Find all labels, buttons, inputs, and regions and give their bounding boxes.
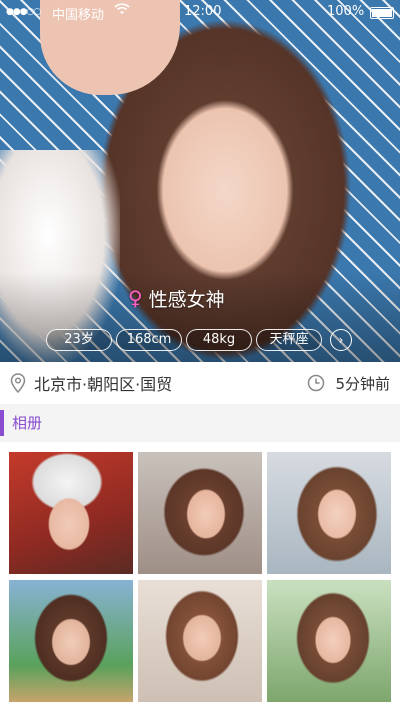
tags-more-arrow-icon[interactable]: › [330, 329, 352, 351]
album-title: 相册 [12, 414, 43, 432]
nickname-row: ♀ 性感女神 [128, 284, 225, 312]
album-photo-1[interactable] [9, 452, 133, 574]
info-bar: 北京市·朝阳区·国贸 5分钟前 [0, 362, 400, 405]
tag-height: 168cm [116, 329, 182, 351]
album-photo-5[interactable] [138, 580, 262, 702]
signal-icon: ●●●○○ [6, 7, 41, 17]
album-photo-2[interactable] [138, 452, 262, 574]
location-text: 北京市·朝阳区·国贸 [34, 375, 173, 394]
album-photo-6[interactable] [267, 580, 391, 702]
location: 北京市·朝阳区·国贸 [10, 362, 172, 404]
album-grid [0, 442, 400, 710]
last-active-text: 5分钟前 [335, 374, 390, 393]
album-photo-3[interactable] [267, 452, 391, 574]
album-header: 相册 [0, 404, 400, 443]
battery-icon [370, 7, 394, 19]
clock: 12:00 [184, 4, 222, 19]
battery-percent: 100% [327, 4, 365, 19]
clock-icon [307, 374, 325, 392]
status-bar: ●●●○○ 中国移动 12:00 100% [0, 0, 400, 24]
profile-tags: 23岁 168cm 48kg 天秤座 [46, 329, 356, 351]
location-pin-icon [10, 373, 26, 393]
album-header-accent [0, 410, 4, 436]
female-symbol-icon: ♀ [128, 286, 143, 310]
tag-age: 23岁 [46, 329, 112, 351]
album-photo-4[interactable] [9, 580, 133, 702]
tag-zodiac: 天秤座 [256, 329, 322, 351]
last-active: 5分钟前 [307, 362, 390, 404]
nickname: 性感女神 [148, 288, 225, 311]
wifi-icon [114, 3, 130, 19]
carrier-name: 中国移动 [52, 8, 105, 23]
tag-weight: 48kg [186, 329, 252, 351]
